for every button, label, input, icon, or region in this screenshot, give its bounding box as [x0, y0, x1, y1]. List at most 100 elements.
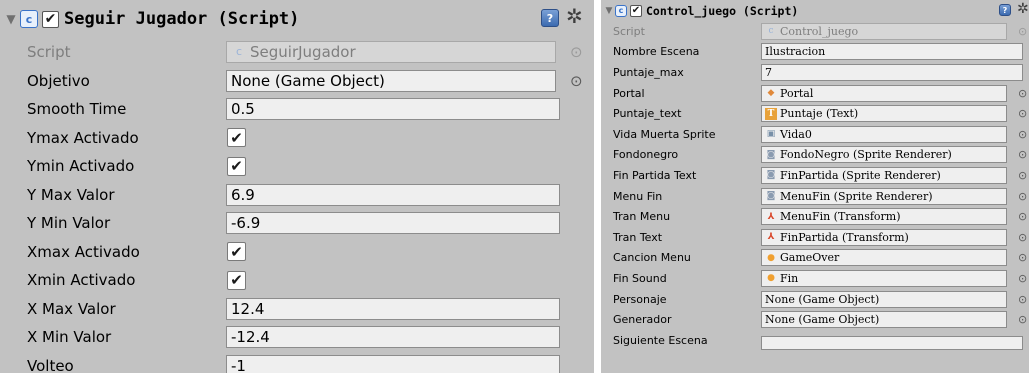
property-row-tran-text: Tran Text ⅄ FinPartida (Transform) ⊙ [601, 227, 1029, 248]
gear-icon[interactable]: ✲ [1017, 1, 1029, 17]
object-picker-icon[interactable]: ⊙ [1018, 231, 1027, 244]
fin-partida-text-field[interactable]: ◙ FinPartida (Sprite Renderer) [761, 166, 1007, 184]
object-picker-icon[interactable]: ⊙ [1018, 313, 1027, 326]
portal-field[interactable]: ◆ Portal [761, 84, 1007, 102]
object-picker-icon[interactable]: ⊙ [1018, 148, 1027, 161]
property-row-cancion-menu: Cancion Menu ● GameOver ⊙ [601, 248, 1029, 269]
ymin-activado-checkbox[interactable]: ✔ [227, 156, 246, 176]
audio-clip-icon: ● [767, 252, 775, 263]
property-label: Portal [613, 86, 645, 100]
component-header: ▼ c ✔ Seguir Jugador (Script) ? ✲ [0, 0, 594, 38]
puntaje-text-field[interactable]: T Puntaje (Text) [761, 105, 1007, 123]
foldout-arrow-icon[interactable]: ▼ [604, 6, 614, 16]
sprite-renderer-icon: ◙ [766, 191, 776, 202]
generador-field[interactable]: None (Game Object) [761, 311, 1007, 329]
property-label: Script [27, 43, 71, 62]
help-icon[interactable]: ? [541, 9, 559, 27]
object-picker-icon[interactable]: ⊙ [1018, 251, 1027, 264]
sprite-renderer-icon: ◙ [766, 170, 776, 181]
object-picker-icon[interactable]: ⊙ [1018, 107, 1027, 120]
component-title: Control_juego (Script) [646, 3, 799, 18]
field-value: -6.9 [231, 214, 261, 233]
objetivo-field[interactable]: None (Game Object) [226, 69, 556, 92]
property-row-xmin-activado: Xmin Activado ✔ [0, 266, 594, 295]
property-row-fin-sound: Fin Sound ● Fin ⊙ [601, 268, 1029, 289]
xmax-activado-checkbox[interactable]: ✔ [227, 242, 246, 262]
property-row-personaje: Personaje None (Game Object) ⊙ [601, 289, 1029, 310]
property-row-volteo: Volteo -1 [0, 352, 594, 373]
field-value: FondoNegro (Sprite Renderer) [780, 148, 952, 162]
x-max-valor-field[interactable]: 12.4 [226, 297, 560, 320]
tran-menu-field[interactable]: ⅄ MenuFin (Transform) [761, 208, 1007, 226]
y-min-valor-field[interactable]: -6.9 [226, 212, 560, 235]
script-field: c Control_juego [761, 22, 1007, 40]
puntaje-max-field[interactable]: 7 [761, 63, 1023, 81]
property-label: Menu Fin [613, 189, 663, 203]
control-juego-component: ▼ c ✔ Control_juego (Script) ? ✲ Script … [601, 0, 1029, 373]
object-picker-icon[interactable]: ⊙ [1018, 169, 1027, 182]
object-picker-icon[interactable]: ⊙ [1018, 293, 1027, 306]
component-enabled-checkbox[interactable]: ✔ [42, 10, 59, 28]
transform-icon: ⅄ [767, 211, 775, 222]
property-row-x-max-valor: X Max Valor 12.4 [0, 295, 594, 324]
property-row-fin-partida-text: Fin Partida Text ◙ FinPartida (Sprite Re… [601, 165, 1029, 186]
cancion-menu-field[interactable]: ● GameOver [761, 249, 1007, 267]
field-value: FinPartida (Transform) [780, 230, 909, 244]
property-row-siguiente-escena: Siguiente Escena [601, 330, 1029, 351]
smooth-time-field[interactable]: 0.5 [226, 98, 560, 121]
property-label: Personaje [613, 292, 667, 306]
property-label: Siguiente Escena [613, 333, 708, 347]
nombre-escena-field[interactable]: Ilustracion [761, 43, 1023, 61]
field-value: None (Game Object) [765, 292, 880, 306]
field-value: Vida0 [780, 127, 812, 141]
object-picker-icon[interactable]: ⊙ [1018, 128, 1027, 141]
property-label: Fin Partida Text [613, 168, 697, 182]
script-file-icon: c [768, 26, 774, 37]
gear-icon[interactable]: ✲ [566, 4, 583, 28]
property-label: Fin Sound [613, 271, 667, 285]
fondonegro-field[interactable]: ◙ FondoNegro (Sprite Renderer) [761, 146, 1007, 164]
property-label: Tran Text [613, 230, 663, 244]
ymax-activado-checkbox[interactable]: ✔ [227, 128, 246, 148]
y-max-valor-field[interactable]: 6.9 [226, 183, 560, 206]
property-label: Fondonegro [613, 148, 679, 162]
property-label: Ymax Activado [27, 128, 139, 147]
field-value: MenuFin (Sprite Renderer) [780, 189, 933, 203]
menu-fin-field[interactable]: ◙ MenuFin (Sprite Renderer) [761, 187, 1007, 205]
script-icon: c [615, 4, 627, 17]
object-picker-icon[interactable]: ⊙ [570, 72, 583, 90]
field-value: None (Game Object) [231, 71, 385, 90]
property-label: X Min Valor [27, 328, 112, 347]
property-label: Tran Menu [613, 210, 671, 224]
property-row-objetivo: Objetivo None (Game Object) ⊙ [0, 67, 594, 96]
object-picker-icon[interactable]: ⊙ [1018, 190, 1027, 203]
siguiente-escena-field[interactable] [761, 336, 1023, 351]
xmin-activado-checkbox[interactable]: ✔ [227, 270, 246, 290]
component-enabled-checkbox[interactable]: ✔ [630, 4, 642, 17]
x-min-valor-field[interactable]: -12.4 [226, 326, 560, 349]
help-icon[interactable]: ? [999, 4, 1011, 16]
component-title: Seguir Jugador (Script) [64, 9, 300, 29]
property-label: Ymin Activado [27, 157, 135, 176]
object-picker-icon[interactable]: ⊙ [1018, 210, 1027, 223]
sprite-renderer-icon: ◙ [766, 149, 776, 160]
property-label: Smooth Time [27, 100, 127, 119]
fin-sound-field[interactable]: ● Fin [761, 269, 1007, 287]
property-row-ymin-activado: Ymin Activado ✔ [0, 152, 594, 181]
volteo-field[interactable]: -1 [226, 354, 560, 373]
vida-muerta-sprite-field[interactable]: ▣ Vida0 [761, 125, 1007, 143]
property-label: Nombre Escena [613, 45, 700, 59]
script-icon: c [20, 10, 38, 28]
field-value: Control_juego [780, 24, 859, 38]
property-row-tran-menu: Tran Menu ⅄ MenuFin (Transform) ⊙ [601, 206, 1029, 227]
object-picker-icon[interactable]: ⊙ [1018, 87, 1027, 100]
object-picker-icon[interactable]: ⊙ [1018, 272, 1027, 285]
property-label: Cancion Menu [613, 251, 691, 265]
property-label: Xmax Activado [27, 242, 140, 261]
foldout-arrow-icon[interactable]: ▼ [4, 12, 18, 26]
tran-text-field[interactable]: ⅄ FinPartida (Transform) [761, 228, 1007, 246]
field-value: Portal [780, 86, 814, 100]
personaje-field[interactable]: None (Game Object) [761, 290, 1007, 308]
property-row-script: Script c Control_juego ⊙ [601, 21, 1029, 42]
script-file-icon: c [235, 45, 243, 59]
